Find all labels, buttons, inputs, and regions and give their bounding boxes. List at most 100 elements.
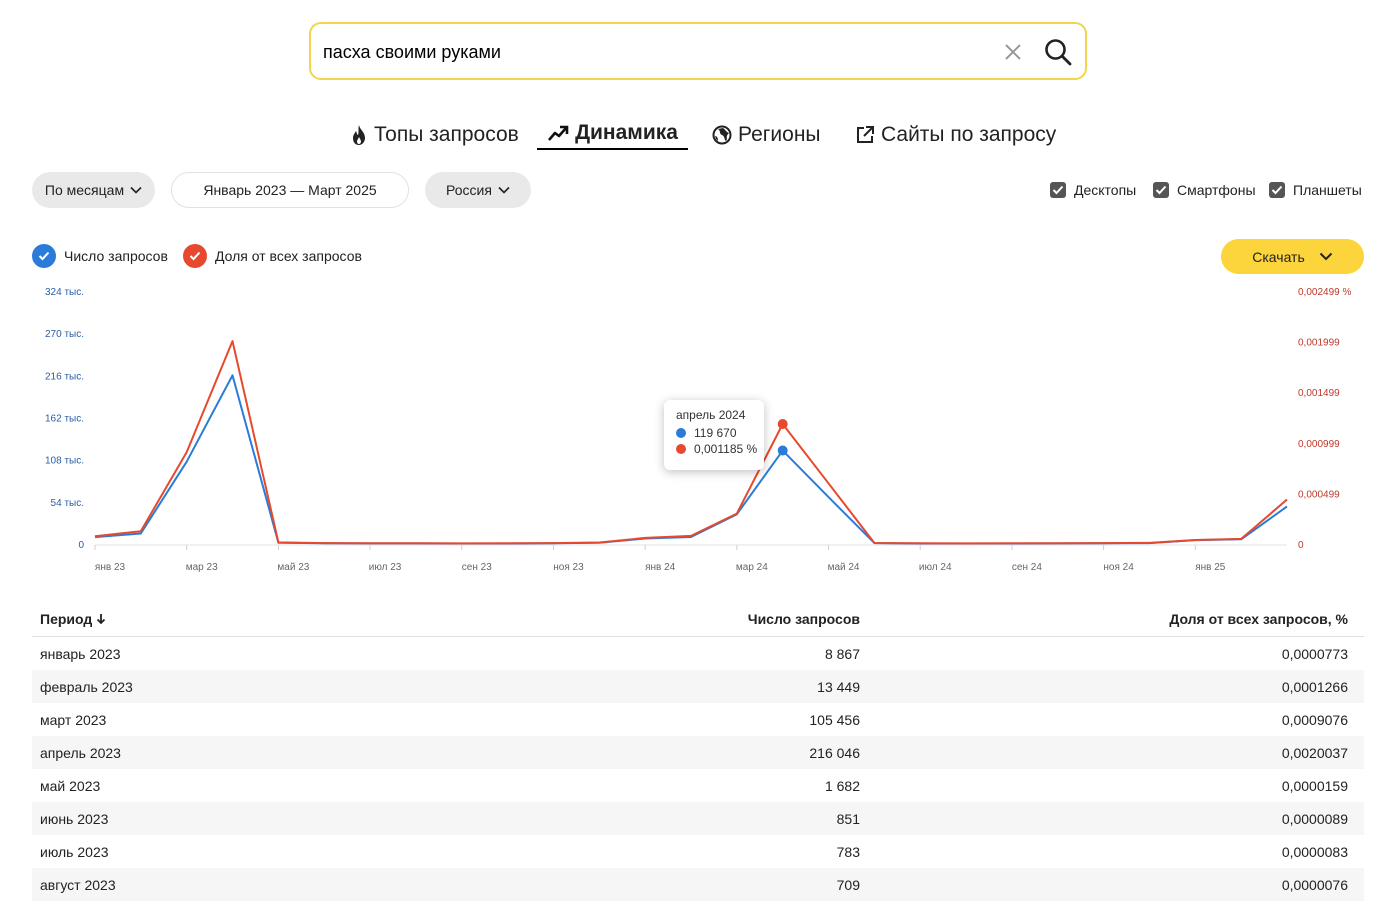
grouping-value: По месяцам — [44, 182, 125, 198]
header-period[interactable]: Период — [32, 611, 472, 627]
cell-share: 0,0000083 — [1281, 843, 1348, 860]
cell-period: июль 2023 — [40, 843, 109, 860]
table-body: январь 2023 8 867 0,0000773 февраль 2023 13 … — [32, 637, 1364, 901]
checkbox-smartphones[interactable]: Смартфоны — [1153, 180, 1256, 200]
header-count[interactable]: Число запросов — [472, 611, 860, 627]
trend-icon — [548, 125, 569, 141]
tooltip-dot — [676, 444, 686, 454]
x-tick-label: июл 24 — [919, 562, 952, 573]
tooltip-title: апрель 2024 — [676, 408, 746, 422]
y-right-tick-label: 0,000499 — [1298, 489, 1340, 500]
period-value: Январь 2023 — Март 2025 — [203, 182, 377, 198]
checkbox-icon — [1050, 182, 1066, 198]
cell-share: 0,0000089 — [1281, 810, 1348, 827]
check-icon — [183, 244, 207, 268]
legend-label: Число запросов — [64, 248, 168, 264]
cell-count: 105 456 — [809, 711, 860, 728]
external-link-icon — [857, 126, 874, 143]
y-left-tick-label: 162 тыс. — [45, 414, 84, 425]
tab-sites[interactable]: Сайты по запросу — [855, 118, 1056, 152]
cell-count: 783 — [836, 843, 860, 860]
cell-count: 13 449 — [817, 678, 860, 695]
tab-top-queries[interactable]: Топы запросов — [350, 118, 519, 152]
tab-dynamics[interactable]: Динамика — [537, 118, 688, 150]
period-picker[interactable]: Январь 2023 — Март 2025 — [171, 172, 409, 208]
cell-share: 0,0000159 — [1281, 777, 1348, 794]
cell-share: 0,0001266 — [1281, 678, 1348, 695]
x-tick-label: янв 23 — [95, 562, 126, 573]
x-tick-label: ноя 23 — [553, 562, 584, 573]
cell-count: 8 867 — [824, 645, 860, 662]
x-tick-label: янв 24 — [645, 562, 676, 573]
highlight-point-count — [777, 445, 788, 456]
chevron-down-icon — [1319, 252, 1332, 261]
search-input[interactable] — [323, 38, 983, 66]
y-left-tick-label: 216 тыс. — [45, 371, 84, 382]
y-right-tick-label: 0,000999 — [1298, 439, 1340, 450]
search-icon[interactable] — [1043, 37, 1073, 67]
fire-icon — [353, 125, 365, 145]
legend-toggle-share[interactable]: Доля от всех запросов — [183, 243, 362, 269]
y-right-tick-label: 0,001499 — [1298, 388, 1340, 399]
table-row: май 2023 1 682 0,0000159 — [32, 769, 1364, 802]
checkbox-label: Смартфоны — [1177, 182, 1256, 198]
x-tick-label: сен 23 — [462, 562, 492, 573]
y-left-tick-label: 0 — [78, 540, 84, 551]
chevron-down-icon — [498, 186, 510, 194]
download-button[interactable]: Скачать — [1221, 239, 1364, 274]
close-icon[interactable] — [1001, 40, 1025, 64]
checkbox-tablets[interactable]: Планшеты — [1269, 180, 1362, 200]
table-row: январь 2023 8 867 0,0000773 — [32, 637, 1364, 670]
checkbox-icon — [1269, 182, 1285, 198]
x-tick-label: сен 24 — [1012, 562, 1042, 573]
header-share[interactable]: Доля от всех запросов, % — [860, 611, 1356, 627]
tooltip-share: 0,001185 % — [694, 442, 758, 456]
tabs-bar: Топы запросов Динамика Регионы Сайты по … — [0, 118, 1393, 158]
legend-toggle-count[interactable]: Число запросов — [32, 243, 168, 269]
cell-share: 0,0000773 — [1281, 645, 1348, 662]
arrow-down-icon — [97, 614, 106, 625]
tab-label: Динамика — [575, 121, 678, 144]
region-value: Россия — [446, 182, 492, 198]
tooltip-dot — [676, 428, 686, 438]
cell-period: май 2023 — [40, 777, 101, 794]
chevron-down-icon — [130, 186, 142, 194]
tab-regions[interactable]: Регионы — [712, 118, 821, 152]
cell-count: 851 — [836, 810, 860, 827]
data-table: Период Число запросов Доля от всех запро… — [32, 602, 1364, 901]
cell-count: 709 — [836, 876, 860, 893]
cell-period: июнь 2023 — [40, 810, 109, 827]
x-tick-label: мар 24 — [736, 562, 768, 573]
region-select[interactable]: Россия — [425, 172, 531, 208]
checkbox-desktops[interactable]: Десктопы — [1050, 180, 1136, 200]
tooltip-row-share: 0,001185 % — [676, 442, 764, 456]
y-left-tick-label: 108 тыс. — [45, 456, 84, 467]
cell-share: 0,0020037 — [1281, 744, 1348, 761]
highlight-point-share — [777, 419, 788, 430]
tab-label: Топы запросов — [374, 123, 519, 146]
cell-share: 0,0000076 — [1281, 876, 1348, 893]
header-label: Период — [40, 611, 93, 627]
table-header: Период Число запросов Доля от всех запро… — [32, 602, 1364, 637]
x-tick-label: май 24 — [828, 562, 860, 573]
x-tick-label: май 23 — [277, 562, 309, 573]
x-tick-label: июл 23 — [369, 562, 402, 573]
x-tick-label: янв 25 — [1195, 562, 1226, 573]
checkbox-label: Десктопы — [1074, 182, 1137, 198]
y-right-tick-label: 0,001999 — [1298, 338, 1340, 349]
table-row: апрель 2023 216 046 0,0020037 — [32, 736, 1364, 769]
tooltip-row-count: 119 670 — [676, 426, 764, 440]
cell-count: 216 046 — [809, 744, 860, 761]
check-icon — [32, 244, 56, 268]
download-label: Скачать — [1252, 248, 1305, 265]
chart-tooltip: апрель 2024 119 670 0,001185 % — [664, 400, 764, 470]
grouping-select[interactable]: По месяцам — [32, 172, 155, 208]
legend-label: Доля от всех запросов — [215, 248, 362, 264]
checkbox-label: Планшеты — [1293, 182, 1362, 198]
cell-period: январь 2023 — [40, 645, 121, 662]
globe-icon — [712, 125, 732, 145]
x-tick-label: ноя 24 — [1103, 562, 1134, 573]
y-left-tick-label: 54 тыс. — [51, 498, 84, 509]
checkbox-icon — [1153, 182, 1169, 198]
cell-period: апрель 2023 — [40, 744, 121, 761]
